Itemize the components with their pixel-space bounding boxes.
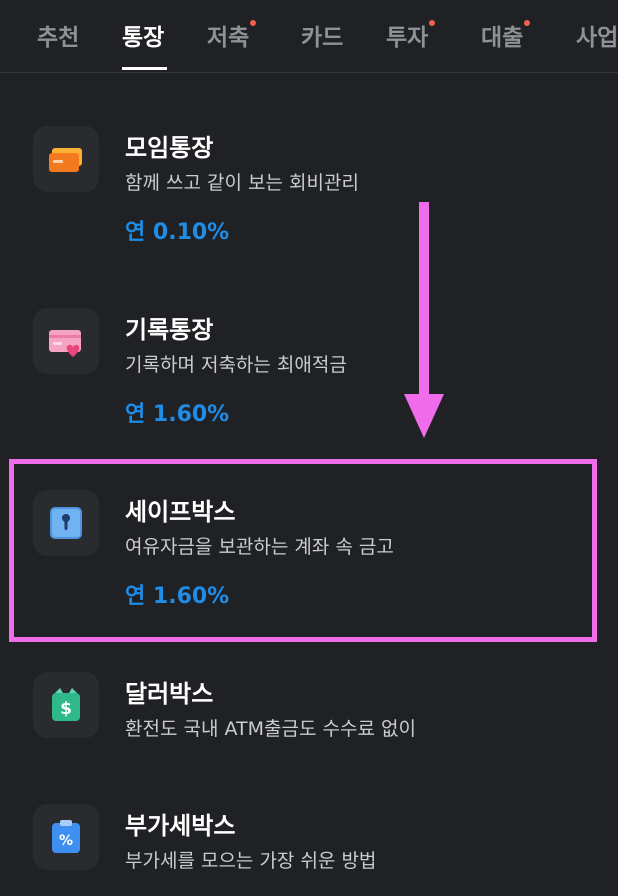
svg-text:%: % xyxy=(59,833,73,849)
highlight-box-annotation xyxy=(9,459,597,642)
product-description: 함께 쓰고 같이 보는 회비관리 xyxy=(125,172,359,194)
product-description: 부가세를 모으는 가장 쉬운 방법 xyxy=(125,850,377,872)
interest-rate: 연 1.60% xyxy=(125,402,230,427)
new-badge-dot xyxy=(429,20,436,26)
product-item-group-account[interactable]: 모임통장 함께 쓰고 같이 보는 회비관리 연 0.10% xyxy=(0,118,618,258)
new-badge-dot xyxy=(524,20,531,26)
vat-box-icon: % xyxy=(33,804,99,870)
category-tab-bar: 추천 통장 저축 카드 투자 대출 사업 xyxy=(0,0,618,73)
product-title: 달러박스 xyxy=(125,680,214,708)
product-title: 모임통장 xyxy=(125,134,214,162)
tab-card[interactable]: 카드 xyxy=(301,18,343,52)
card-heart-icon xyxy=(33,308,99,374)
tab-invest[interactable]: 투자 xyxy=(386,18,436,52)
tab-business[interactable]: 사업 xyxy=(576,18,618,52)
tab-account[interactable]: 통장 xyxy=(122,18,164,52)
product-item-record-account[interactable]: 기록통장 기록하며 저축하는 최애적금 연 1.60% xyxy=(0,300,618,440)
svg-text:$: $ xyxy=(60,699,72,719)
tab-loan[interactable]: 대출 xyxy=(481,18,531,52)
tab-recommend[interactable]: 추천 xyxy=(37,18,79,52)
interest-rate: 연 0.10% xyxy=(125,220,230,245)
product-item-vat-box[interactable]: % 부가세박스 부가세를 모으는 가장 쉬운 방법 xyxy=(0,796,618,896)
active-tab-indicator xyxy=(122,67,167,70)
new-badge-dot xyxy=(250,20,257,26)
product-item-dollar-box[interactable]: $ 달러박스 환전도 국내 ATM출금도 수수료 없이 xyxy=(0,664,618,764)
product-description: 환전도 국내 ATM출금도 수수료 없이 xyxy=(125,718,416,740)
dollar-box-icon: $ xyxy=(33,672,99,738)
tab-savings[interactable]: 저축 xyxy=(207,18,257,52)
product-description: 기록하며 저축하는 최애적금 xyxy=(125,354,347,376)
product-title: 부가세박스 xyxy=(125,812,236,840)
cards-icon xyxy=(33,126,99,192)
product-title: 기록통장 xyxy=(125,316,214,344)
down-arrow-annotation xyxy=(404,202,444,438)
